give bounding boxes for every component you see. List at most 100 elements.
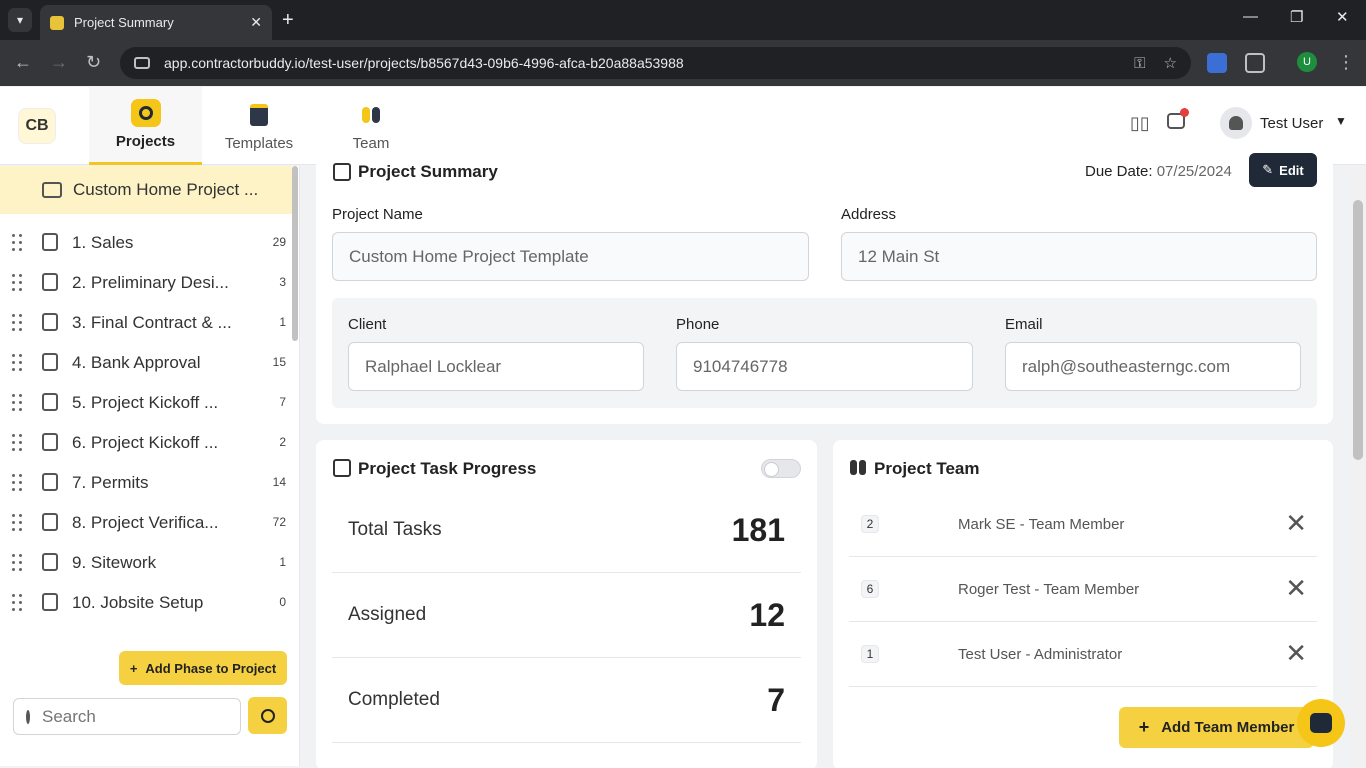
sidebar-project-title: Custom Home Project ... bbox=[73, 180, 259, 199]
extension-icon[interactable] bbox=[1207, 53, 1227, 73]
browser-menu-icon[interactable]: ⋮ bbox=[1337, 52, 1355, 73]
stat-label: Assigned bbox=[348, 604, 427, 625]
team-title: Project Team bbox=[874, 459, 980, 478]
sidebar-phase-item[interactable]: 7. Permits 14 bbox=[0, 463, 292, 503]
chat-support-button[interactable] bbox=[1297, 699, 1345, 747]
sidebar-project-header[interactable]: Custom Home Project ... bbox=[0, 166, 292, 214]
sidebar-phase-item[interactable]: 1. Sales 29 bbox=[0, 223, 292, 263]
tab-close-icon[interactable]: ✕ bbox=[250, 14, 262, 31]
browser-tab-bar: ▾ Project Summary ✕ + — ❐ ✕ bbox=[0, 0, 1366, 40]
sidebar-phase-item[interactable]: 3. Final Contract & ... 1 bbox=[0, 303, 292, 343]
chat-notification-icon[interactable] bbox=[1167, 108, 1189, 134]
phase-label: 6. Project Kickoff ... bbox=[72, 433, 219, 452]
logo[interactable]: CB bbox=[18, 108, 56, 144]
phase-certificate-icon bbox=[42, 233, 58, 251]
phone-field[interactable]: 9104746778 bbox=[676, 342, 973, 391]
phase-search-field[interactable]: ✕ bbox=[13, 698, 276, 735]
sidebar-phase-item[interactable]: 2. Preliminary Desi... 3 bbox=[0, 263, 292, 303]
add-team-member-button[interactable]: + Add Team Member bbox=[1119, 707, 1314, 748]
browser-tab[interactable]: Project Summary ✕ bbox=[40, 5, 272, 40]
due-date: Due Date: 07/25/2024 bbox=[1085, 163, 1232, 180]
team-member-row: 2 Mark SE - Team Member ✕ bbox=[849, 492, 1317, 557]
address-field[interactable]: 12 Main St bbox=[841, 232, 1317, 281]
client-field[interactable]: Ralphael Locklear bbox=[348, 342, 644, 391]
phase-certificate-icon bbox=[42, 273, 58, 291]
search-input[interactable] bbox=[42, 706, 263, 727]
user-avatar[interactable] bbox=[1220, 107, 1252, 139]
drag-handle-icon[interactable] bbox=[12, 434, 24, 452]
drag-handle-icon[interactable] bbox=[12, 474, 24, 492]
map-icon[interactable]: ▯▯ bbox=[1130, 113, 1150, 134]
sidebar-phase-item[interactable]: 4. Bank Approval 15 bbox=[0, 343, 292, 383]
reload-icon[interactable]: ↻ bbox=[86, 52, 101, 73]
sidebar-phase-item[interactable]: 5. Project Kickoff ... 7 bbox=[0, 383, 292, 423]
extensions-puzzle-icon[interactable] bbox=[1245, 53, 1265, 73]
drag-handle-icon[interactable] bbox=[12, 234, 24, 252]
drag-handle-icon[interactable] bbox=[12, 274, 24, 292]
search-button[interactable] bbox=[248, 697, 287, 734]
remove-member-icon[interactable]: ✕ bbox=[1285, 638, 1307, 669]
member-name: Roger Test - Team Member bbox=[958, 581, 1140, 598]
tab-title: Project Summary bbox=[74, 15, 174, 30]
favicon-icon bbox=[50, 15, 64, 30]
progress-toggle[interactable] bbox=[761, 459, 801, 478]
drag-handle-icon[interactable] bbox=[12, 314, 24, 332]
tab-search-chevron-icon[interactable]: ▾ bbox=[8, 8, 32, 32]
project-name-field[interactable]: Custom Home Project Template bbox=[332, 232, 809, 281]
remove-member-icon[interactable]: ✕ bbox=[1285, 508, 1307, 539]
clipboard-icon bbox=[333, 459, 351, 477]
chevron-down-icon[interactable]: ▼ bbox=[1335, 114, 1347, 128]
phase-label: 5. Project Kickoff ... bbox=[72, 393, 219, 412]
email-field[interactable]: ralph@southeasterngc.com bbox=[1005, 342, 1301, 391]
sidebar-scrollbar[interactable] bbox=[292, 166, 298, 341]
phase-task-count: 15 bbox=[272, 355, 286, 369]
phase-list: 1. Sales 29 2. Preliminary Desi... 3 3. Fina… bbox=[0, 223, 292, 643]
sidebar-phase-item[interactable]: 10. Jobsite Setup 0 bbox=[0, 583, 292, 623]
member-badge: 6 bbox=[861, 580, 879, 598]
restore-icon[interactable]: ❐ bbox=[1290, 8, 1303, 26]
remove-member-icon[interactable]: ✕ bbox=[1285, 573, 1307, 604]
phase-task-count: 14 bbox=[272, 475, 286, 489]
window-close-icon[interactable]: ✕ bbox=[1336, 8, 1349, 26]
address-bar[interactable]: app.contractorbuddy.io/test-user/project… bbox=[120, 47, 1191, 79]
forward-icon[interactable]: → bbox=[50, 52, 68, 73]
site-info-icon[interactable] bbox=[134, 57, 150, 69]
drag-handle-icon[interactable] bbox=[12, 594, 24, 612]
sidebar-phase-item[interactable]: 8. Project Verifica... 72 bbox=[0, 503, 292, 543]
phase-certificate-icon bbox=[42, 393, 58, 411]
nav-label: Templates bbox=[224, 134, 294, 152]
phase-task-count: 1 bbox=[279, 315, 286, 329]
edit-button[interactable]: ✎ Edit bbox=[1249, 153, 1317, 187]
phase-certificate-icon bbox=[42, 353, 58, 371]
new-tab-icon[interactable]: + bbox=[282, 8, 294, 32]
summary-list-icon bbox=[333, 163, 351, 181]
back-icon[interactable]: ← bbox=[14, 52, 32, 73]
drag-handle-icon[interactable] bbox=[12, 554, 24, 572]
sidebar-phase-item[interactable]: 6. Project Kickoff ... 2 bbox=[0, 423, 292, 463]
profile-avatar[interactable]: U bbox=[1297, 52, 1317, 72]
chat-icon bbox=[1310, 713, 1332, 733]
scrollbar-thumb[interactable] bbox=[1353, 200, 1363, 460]
page-scrollbar[interactable] bbox=[1350, 166, 1366, 768]
nav-projects[interactable]: Projects bbox=[89, 87, 202, 165]
password-key-icon[interactable]: ⚿ bbox=[1134, 55, 1145, 72]
browser-toolbar: ← → ↻ app.contractorbuddy.io/test-user/p… bbox=[0, 40, 1366, 86]
drag-handle-icon[interactable] bbox=[12, 354, 24, 372]
email-label: Email bbox=[1005, 316, 1043, 333]
due-date-value: 07/25/2024 bbox=[1156, 163, 1232, 180]
nav-templates[interactable]: Templates bbox=[203, 87, 315, 165]
minimize-icon[interactable]: — bbox=[1243, 8, 1258, 25]
stat-value: 7 bbox=[767, 682, 785, 718]
phase-task-count: 0 bbox=[279, 595, 286, 609]
drag-handle-icon[interactable] bbox=[12, 514, 24, 532]
add-phase-button[interactable]: + Add Phase to Project bbox=[119, 651, 287, 685]
sidebar-phase-item[interactable]: 9. Sitework 1 bbox=[0, 543, 292, 583]
phase-certificate-icon bbox=[42, 473, 58, 491]
phase-task-count: 2 bbox=[279, 435, 286, 449]
team-member-row: 6 Roger Test - Team Member ✕ bbox=[849, 557, 1317, 622]
drag-handle-icon[interactable] bbox=[12, 394, 24, 412]
bookmark-star-icon[interactable]: ☆ bbox=[1164, 54, 1177, 72]
add-phase-label: Add Phase to Project bbox=[145, 660, 277, 676]
user-name[interactable]: Test User bbox=[1260, 115, 1323, 132]
projects-icon bbox=[130, 99, 161, 127]
